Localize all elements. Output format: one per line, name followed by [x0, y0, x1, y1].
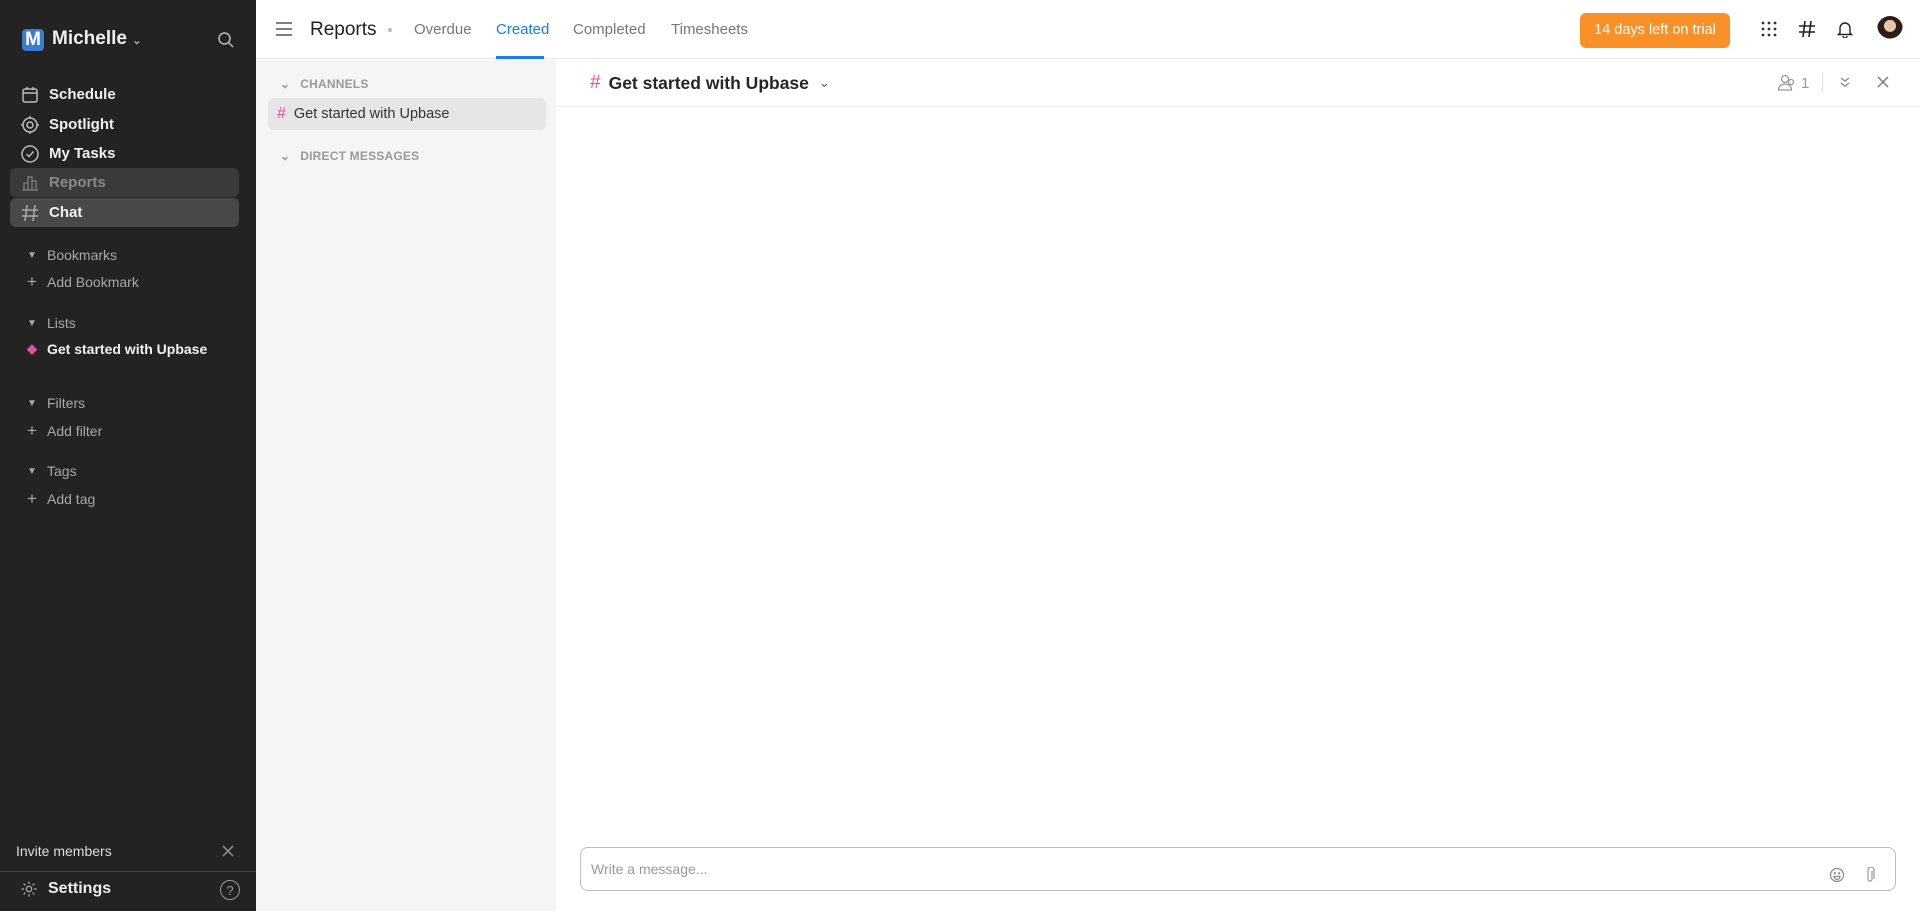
spotlight-icon [21, 115, 39, 134]
nav-label: Spotlight [49, 116, 114, 133]
nav-label: Chat [49, 204, 83, 221]
plus-icon: + [27, 421, 37, 440]
member-count: 1 [1801, 74, 1810, 92]
tags-section-toggle[interactable]: ▼ Tags [25, 463, 77, 479]
caret-down-icon: ▼ [27, 249, 37, 261]
tab-created[interactable]: Created [496, 21, 549, 38]
attachment-icon[interactable] [1863, 867, 1877, 883]
list-item[interactable]: ◆ Get started with Upbase [25, 341, 207, 357]
caret-down-icon: ▼ [27, 317, 37, 329]
gear-icon [21, 881, 37, 897]
hash-icon[interactable] [1797, 19, 1817, 39]
chevron-down-icon: ⌄ [818, 75, 830, 90]
tab-completed[interactable]: Completed [573, 21, 646, 38]
add-bookmark-button[interactable]: + Add Bookmark [25, 272, 139, 292]
filters-section-toggle[interactable]: ▼ Filters [25, 395, 85, 411]
tab-timesheets[interactable]: Timesheets [671, 21, 748, 38]
close-icon[interactable] [220, 843, 236, 859]
close-icon[interactable] [1875, 74, 1891, 90]
section-title: Lists [47, 315, 76, 331]
add-filter-button[interactable]: + Add filter [25, 421, 102, 441]
bookmarks-section-toggle[interactable]: ▼ Bookmarks [25, 247, 117, 263]
emoji-icon[interactable] [1829, 867, 1845, 883]
divider [1822, 72, 1823, 92]
tab-overdue[interactable]: Overdue [414, 21, 472, 38]
direct-messages-section-toggle[interactable]: ⌄ DIRECT MESSAGES [280, 149, 419, 163]
list-label: Get started with Upbase [47, 341, 208, 357]
diamond-icon: ◆ [27, 341, 37, 356]
sidebar: M Michelle ⌄ Schedule Spotlight My Tasks… [0, 0, 256, 911]
check-circle-icon [21, 144, 39, 163]
hash-icon: # [277, 105, 286, 122]
nav-label: My Tasks [49, 145, 116, 162]
add-label: Add Bookmark [47, 274, 139, 290]
separator-dot [388, 28, 392, 32]
section-title: Tags [47, 463, 77, 479]
members-icon [1777, 74, 1795, 91]
workspace-logo[interactable]: M [22, 29, 44, 51]
message-placeholder: Write a message... [591, 861, 708, 877]
help-icon[interactable]: ? [220, 880, 240, 900]
section-title: CHANNELS [300, 77, 369, 91]
hamburger-menu-icon[interactable] [274, 20, 294, 38]
members-button[interactable]: 1 [1777, 74, 1809, 92]
workspace-switcher[interactable]: Michelle ⌄ [52, 28, 141, 50]
workspace-name: Michelle [52, 28, 127, 49]
add-tag-button[interactable]: + Add tag [25, 489, 95, 509]
plus-icon: + [27, 272, 37, 291]
apps-grid-icon[interactable] [1759, 19, 1779, 39]
invite-members-link[interactable]: Invite members [16, 843, 112, 859]
caret-down-icon: ▼ [27, 465, 37, 477]
channels-section-toggle[interactable]: ⌄ CHANNELS [280, 77, 369, 91]
section-title: DIRECT MESSAGES [300, 149, 420, 163]
active-tab-indicator [496, 56, 544, 59]
nav-reports[interactable]: Reports [10, 168, 239, 197]
chevron-down-icon: ⌄ [280, 149, 291, 163]
channels-panel: ⌄ CHANNELS ⌄ DIRECT MESSAGES [256, 60, 556, 911]
channel-title-dropdown[interactable]: # Get started with Upbase ⌄ [590, 72, 830, 94]
calendar-icon [22, 86, 38, 103]
bell-icon[interactable] [1835, 19, 1855, 39]
channel-label: Get started with Upbase [293, 106, 450, 122]
trial-button[interactable]: 14 days left on trial [1580, 13, 1730, 48]
channel-title: Get started with Upbase [608, 72, 809, 93]
add-label: Add filter [47, 423, 103, 439]
chevron-down-icon: ⌄ [132, 35, 142, 47]
divider [0, 871, 256, 872]
caret-down-icon: ▼ [27, 397, 37, 409]
nav-schedule[interactable]: Schedule [10, 80, 239, 109]
add-label: Add tag [47, 491, 96, 507]
search-icon[interactable] [216, 30, 236, 50]
nav-my-tasks[interactable]: My Tasks [10, 139, 239, 168]
user-avatar[interactable] [1877, 16, 1903, 42]
message-input[interactable]: Write a message... [580, 847, 1896, 891]
plus-icon: + [27, 489, 37, 508]
bar-chart-icon [22, 175, 38, 191]
hash-icon: # [590, 72, 601, 93]
settings-label: Settings [48, 880, 112, 897]
chevron-down-icon: ⌄ [280, 77, 291, 91]
channel-item[interactable]: # Get started with Upbase [268, 98, 546, 130]
nav-spotlight[interactable]: Spotlight [10, 110, 239, 139]
lists-section-toggle[interactable]: ▼ Lists [25, 315, 76, 331]
section-title: Filters [47, 395, 86, 411]
nav-label: Schedule [49, 86, 116, 103]
nav-label: Reports [49, 174, 106, 191]
top-header: Reports Overdue Created Completed Timesh… [256, 0, 1920, 59]
double-chevron-down-icon[interactable] [1837, 74, 1853, 90]
settings-button[interactable]: Settings [20, 880, 111, 898]
hash-icon [22, 204, 38, 221]
nav-chat[interactable]: Chat [10, 198, 239, 227]
page-title: Reports [310, 19, 377, 40]
section-title: Bookmarks [47, 247, 118, 263]
